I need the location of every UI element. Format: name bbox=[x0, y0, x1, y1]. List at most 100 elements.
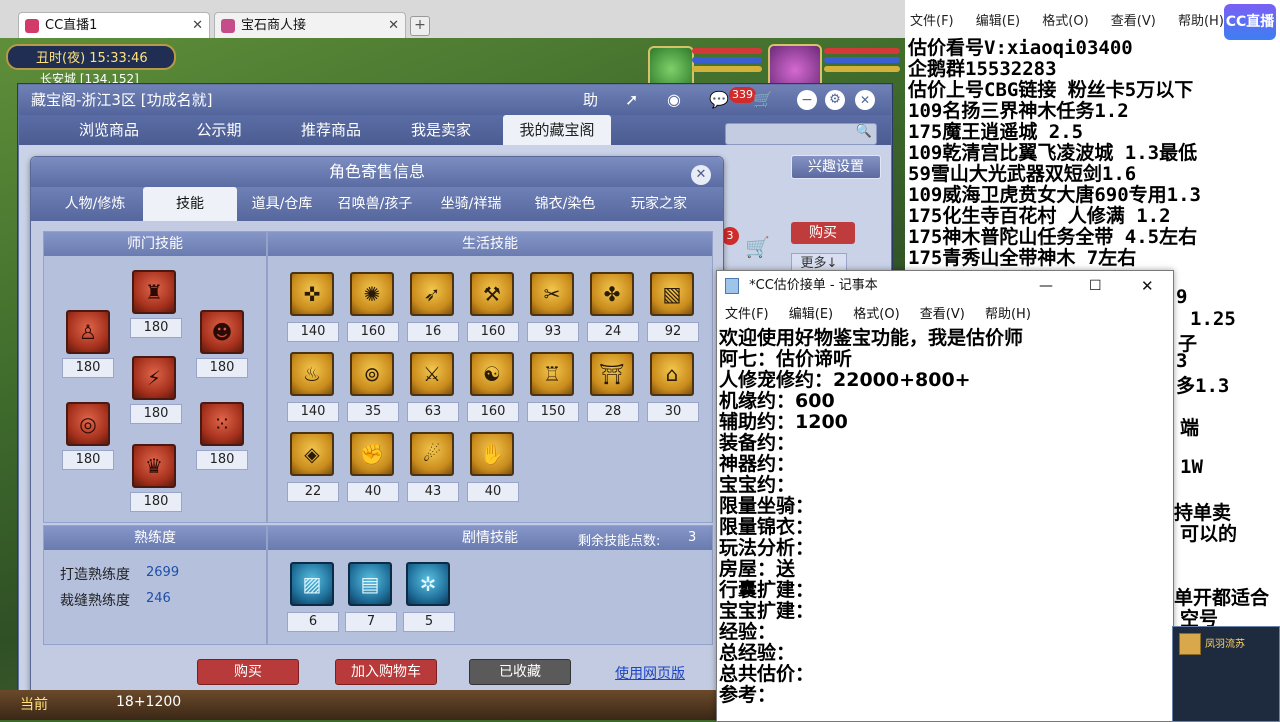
stop-icon[interactable]: ◉ bbox=[667, 85, 681, 115]
tab-outfits[interactable]: 锦衣/染色 bbox=[519, 187, 611, 221]
tab-character[interactable]: 人物/修炼 bbox=[47, 187, 143, 221]
school-skill-icon[interactable]: ♜ bbox=[132, 270, 176, 314]
browser-tab-cc-live[interactable]: CC直播1 ✕ bbox=[18, 12, 210, 38]
tab-items[interactable]: 道具/仓库 bbox=[237, 187, 327, 221]
life-skill-icon[interactable]: ✺ bbox=[350, 272, 394, 316]
life-skill-icon[interactable]: ♨ bbox=[290, 352, 334, 396]
tailoring-proficiency-label: 裁缝熟练度 bbox=[60, 593, 130, 609]
school-skill-icon[interactable]: ♙ bbox=[66, 310, 110, 354]
maximize-icon[interactable]: ☐ bbox=[1089, 271, 1102, 301]
buy-button[interactable]: 购买 bbox=[197, 659, 299, 685]
message-icon[interactable]: 💬 bbox=[709, 85, 729, 115]
notepad-window: *CC估价接单 - 记事本 — ☐ ✕ 文件(F) 编辑(E) 格式(O) 查看… bbox=[716, 270, 1174, 722]
cart-icon[interactable]: 🛒 bbox=[753, 85, 773, 115]
cc-favicon-icon bbox=[25, 19, 39, 33]
life-skill-icon[interactable]: ⌂ bbox=[650, 352, 694, 396]
life-skill-icon[interactable]: ⚔ bbox=[410, 352, 454, 396]
skill-level: 93 bbox=[527, 322, 579, 342]
search-icon[interactable]: 🔍 bbox=[856, 124, 872, 139]
collected-button[interactable]: 已收藏 bbox=[469, 659, 571, 685]
menu-format[interactable]: 格式(O) bbox=[1042, 14, 1088, 29]
close-tab-icon[interactable]: ✕ bbox=[192, 13, 203, 39]
life-skill-icon[interactable]: ♖ bbox=[530, 352, 574, 396]
buy-button[interactable]: 购买 bbox=[791, 222, 855, 244]
skill-level: 92 bbox=[647, 322, 699, 342]
close-icon[interactable]: ✕ bbox=[1141, 271, 1154, 301]
add-to-cart-button[interactable]: 加入购物车 bbox=[335, 659, 437, 685]
bottom-coordinates: 18+1200 bbox=[116, 694, 182, 710]
use-web-version-link[interactable]: 使用网页版 bbox=[615, 663, 685, 683]
browser-tab-gem-merchant[interactable]: 宝石商人接 ✕ bbox=[214, 12, 406, 38]
story-skills-header: 剧情技能 bbox=[462, 530, 518, 546]
life-skill-icon[interactable]: ☄ bbox=[410, 432, 454, 476]
notepad-line: 参考： bbox=[719, 684, 777, 706]
life-skill-icon[interactable]: ☯ bbox=[470, 352, 514, 396]
life-skill-icon[interactable]: ◈ bbox=[290, 432, 334, 476]
nav-seller[interactable]: 我是卖家 bbox=[391, 115, 491, 145]
tab-pets[interactable]: 召唤兽/孩子 bbox=[327, 187, 423, 221]
dialog-title: 角色寄售信息 bbox=[31, 157, 723, 187]
life-skill-icon[interactable]: ⛩ bbox=[590, 352, 634, 396]
life-skill-icon[interactable]: ✊ bbox=[350, 432, 394, 476]
close-icon[interactable]: ✕ bbox=[855, 90, 875, 110]
cart-icon[interactable]: 🛒 bbox=[745, 235, 770, 259]
menu-edit[interactable]: 编辑(E) bbox=[976, 14, 1020, 29]
life-skills-panel: 生活技能 ✜ 140 ✺ 160 ➶ 16 ⚒ 160 ✂ 93 ✤ 24 ▧ … bbox=[267, 231, 713, 523]
close-icon[interactable]: ✕ bbox=[691, 165, 711, 185]
tab-home[interactable]: 玩家之家 bbox=[613, 187, 705, 221]
skill-level: 24 bbox=[587, 322, 639, 342]
life-skill-icon[interactable]: ✂ bbox=[530, 272, 574, 316]
menu-view[interactable]: 查看(V) bbox=[1111, 14, 1156, 29]
share-icon[interactable]: ➚ bbox=[625, 85, 638, 115]
minimize-icon[interactable]: — bbox=[1039, 271, 1053, 301]
item-name: 凤羽流苏 bbox=[1205, 639, 1245, 650]
tab-mounts[interactable]: 坐骑/祥瑞 bbox=[425, 187, 517, 221]
menu-edit[interactable]: 编辑(E) bbox=[789, 307, 833, 322]
stream-fragment: 9 bbox=[1176, 286, 1188, 308]
life-skill-icon[interactable]: ▧ bbox=[650, 272, 694, 316]
school-skill-icon[interactable]: ◎ bbox=[66, 402, 110, 446]
help-button[interactable]: 助 bbox=[583, 85, 598, 115]
dialog-tabs: 人物/修炼 技能 道具/仓库 召唤兽/孩子 坐骑/祥瑞 锦衣/染色 玩家之家 bbox=[31, 187, 723, 221]
life-skill-icon[interactable]: ✜ bbox=[290, 272, 334, 316]
life-skill-icon[interactable]: ✤ bbox=[590, 272, 634, 316]
menu-help[interactable]: 帮助(H) bbox=[1178, 14, 1224, 29]
nav-recommended[interactable]: 推荐商品 bbox=[281, 115, 381, 145]
menu-help[interactable]: 帮助(H) bbox=[985, 307, 1031, 322]
life-skill-icon[interactable]: ⊚ bbox=[350, 352, 394, 396]
menu-format[interactable]: 格式(O) bbox=[853, 307, 899, 322]
notepad-text-area[interactable]: 欢迎使用好物鉴宝功能，我是估价师 阿七：估价谛听 人修宠修约：22000+800… bbox=[717, 323, 1173, 721]
search-input[interactable]: 🔍 bbox=[725, 123, 877, 145]
tab-skills[interactable]: 技能 bbox=[143, 187, 237, 221]
school-skill-icon[interactable]: ⁙ bbox=[200, 402, 244, 446]
remaining-points-value: 3 bbox=[688, 530, 697, 545]
stream-notepad-menu: 文件(F) 编辑(E) 格式(O) 查看(V) 帮助(H) bbox=[910, 10, 1224, 29]
menu-file[interactable]: 文件(F) bbox=[725, 307, 769, 322]
story-skill-icon[interactable]: ✲ bbox=[406, 562, 450, 606]
new-tab-button[interactable]: + bbox=[410, 16, 430, 36]
nav-my-cbg[interactable]: 我的藏宝阁 bbox=[503, 115, 611, 145]
school-skill-icon[interactable]: ⚡ bbox=[132, 356, 176, 400]
life-skill-icon[interactable]: ✋ bbox=[470, 432, 514, 476]
life-skill-icon[interactable]: ➶ bbox=[410, 272, 454, 316]
menu-view[interactable]: 查看(V) bbox=[920, 307, 965, 322]
skill-level: 40 bbox=[467, 482, 519, 502]
skill-level: 140 bbox=[287, 322, 339, 342]
skill-level: 180 bbox=[62, 358, 114, 378]
school-skill-icon[interactable]: ♛ bbox=[132, 444, 176, 488]
game-time-display: 丑时(夜) 15:33:46 bbox=[6, 44, 176, 70]
life-skill-icon[interactable]: ⚒ bbox=[470, 272, 514, 316]
school-skill-icon[interactable]: ☻ bbox=[200, 310, 244, 354]
interest-settings-button[interactable]: 兴趣设置 bbox=[791, 155, 881, 179]
close-tab-icon[interactable]: ✕ bbox=[388, 13, 399, 39]
minimize-icon[interactable]: − bbox=[797, 90, 817, 110]
bottom-label: 当前 bbox=[20, 697, 48, 713]
menu-file[interactable]: 文件(F) bbox=[910, 14, 954, 29]
school-skills-panel: 师门技能 ♜ 180 ♙ 180 ☻ 180 ⚡ 180 ◎ 180 ⁙ 180… bbox=[43, 231, 267, 523]
story-skill-icon[interactable]: ▤ bbox=[348, 562, 392, 606]
nav-publicity[interactable]: 公示期 bbox=[169, 115, 269, 145]
skill-level: 180 bbox=[196, 450, 248, 470]
settings-gear-icon[interactable]: ⚙ bbox=[825, 90, 845, 110]
story-skill-icon[interactable]: ▨ bbox=[290, 562, 334, 606]
nav-browse[interactable]: 浏览商品 bbox=[59, 115, 159, 145]
